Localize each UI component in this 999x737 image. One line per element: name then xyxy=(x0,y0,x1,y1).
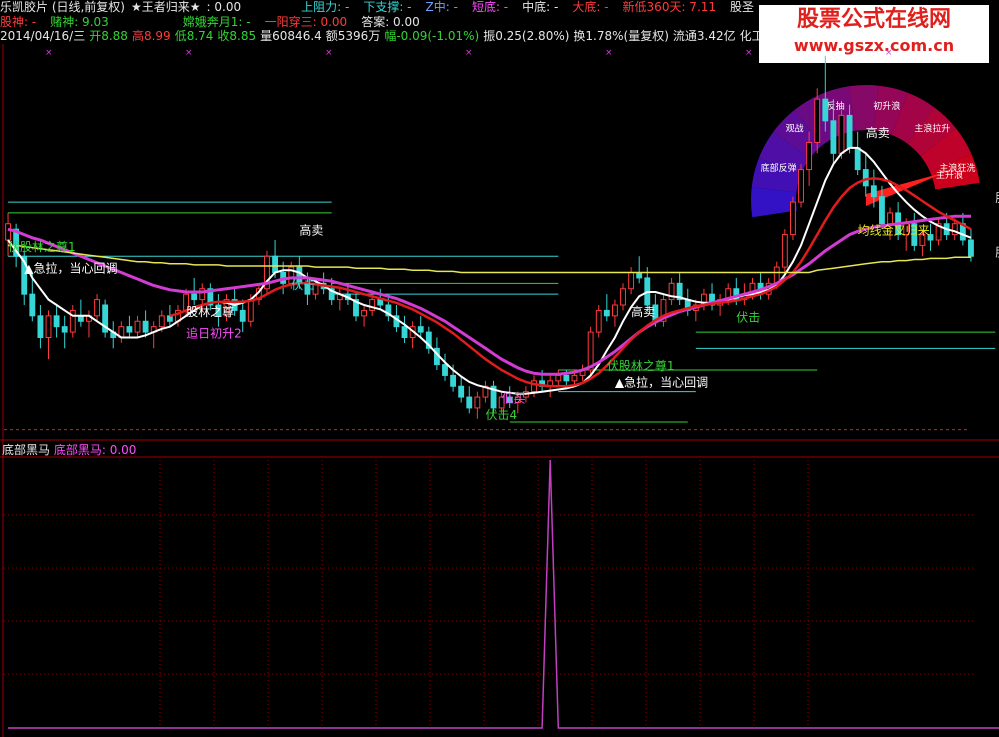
candle-body xyxy=(61,326,68,333)
chart-annotation: 低买 xyxy=(502,392,526,406)
top-marker: × xyxy=(465,48,473,58)
candle-body xyxy=(555,374,562,382)
bottom-horse-signal-line xyxy=(8,459,999,729)
sub-panel-value: 0.00 xyxy=(109,443,137,457)
candle-body xyxy=(862,169,869,187)
candle-body xyxy=(628,272,635,290)
candle-body xyxy=(870,185,877,198)
chart-annotation: 股王 xyxy=(995,191,999,205)
chart-annotation: 追日初升2 xyxy=(186,326,242,341)
chart-annotation: 伏击4 xyxy=(485,408,517,422)
candle-body xyxy=(806,142,813,171)
candle-body xyxy=(53,315,60,328)
candle-body xyxy=(790,201,796,236)
chart-annotation: 高卖 xyxy=(866,125,890,140)
candle-body xyxy=(822,98,829,122)
chart-annotation: ▲急拉，当心回调 xyxy=(615,374,708,389)
sub-panel-header: 底部黑马 底部黑马: 0.00 xyxy=(2,441,136,458)
candle-body xyxy=(781,234,788,268)
candle-body xyxy=(442,364,448,376)
candle-body xyxy=(830,120,837,154)
candle-body xyxy=(247,299,254,322)
chart-annotation: 股林之尊 xyxy=(186,304,234,319)
candle-body xyxy=(377,299,384,306)
candle-body xyxy=(450,374,457,387)
candle-body xyxy=(191,293,198,301)
candle-body xyxy=(968,239,974,257)
candle-body xyxy=(846,114,853,149)
candle-body xyxy=(134,320,141,333)
candle-body xyxy=(798,169,804,203)
chart-annotation: 均线金叉归来 xyxy=(858,223,930,238)
candle-body xyxy=(838,114,845,154)
gauge-label: 底部反弹 xyxy=(761,162,797,174)
chart-annotation: 伏击 xyxy=(736,310,760,324)
candle-body xyxy=(571,374,578,382)
ma-line-0 xyxy=(7,146,972,395)
candle-body xyxy=(474,396,481,409)
top-marker: × xyxy=(185,48,193,58)
candle-body xyxy=(887,212,893,225)
price-chart[interactable]: × × × × × × ×主浪狂洗主浪拉升初升浪反抽观战底部反弹主升浪高卖高卖高卖伏股林之尊… xyxy=(0,0,999,737)
candle-body xyxy=(142,320,149,333)
candle-body xyxy=(636,272,643,279)
top-marker: × xyxy=(885,48,893,58)
candle-body xyxy=(401,326,408,338)
gauge-label: 观战 xyxy=(786,123,804,134)
top-marker: × xyxy=(45,48,53,58)
candle-body xyxy=(37,315,44,339)
ma-line-1 xyxy=(7,214,971,376)
chart-annotation: 伏股林之尊1 xyxy=(607,358,675,373)
candle-body xyxy=(29,293,36,317)
chart-annotation: 高卖 xyxy=(299,223,323,238)
candle-body xyxy=(361,309,368,317)
candle-body xyxy=(879,196,885,225)
candle-body xyxy=(620,288,626,306)
candle-body xyxy=(94,299,100,317)
candle-body xyxy=(595,309,602,333)
candle-body xyxy=(239,309,246,322)
candle-body xyxy=(158,315,165,328)
cycle-gauge: 主浪狂洗主浪拉升初升浪反抽观战底部反弹主升浪 xyxy=(750,84,980,218)
chart-annotation: ▲急拉，当心回调 xyxy=(24,261,117,276)
chart-annotation: 伏股林之尊1 xyxy=(8,239,76,254)
top-marker: × xyxy=(325,48,333,58)
chart-annotation: 高卖 xyxy=(631,304,655,319)
candle-body xyxy=(603,309,610,317)
candle-body xyxy=(854,147,861,171)
gauge-segment xyxy=(750,187,797,218)
candle-body xyxy=(466,396,473,409)
candle-body xyxy=(563,374,570,382)
top-marker: × xyxy=(745,48,753,58)
chart-annotation: 股圣 xyxy=(995,245,999,259)
candle-body xyxy=(272,255,278,273)
candle-body xyxy=(417,326,424,333)
candle-body xyxy=(45,315,52,339)
candle-body xyxy=(814,98,821,143)
candle-body xyxy=(369,299,376,311)
gauge-label: 主浪拉升 xyxy=(914,122,950,134)
candle-body xyxy=(5,223,11,241)
chart-annotation: 伏击 xyxy=(291,278,315,292)
candle-body xyxy=(126,326,133,333)
sub-panel-label: 底部黑马: xyxy=(53,443,106,457)
gauge-label: 初升浪 xyxy=(873,100,900,112)
sub-panel-title: 底部黑马 xyxy=(2,443,51,457)
candle-body xyxy=(611,304,618,317)
gauge-mid-label: 主升浪 xyxy=(936,169,963,181)
candle-body xyxy=(458,385,465,398)
top-marker: × xyxy=(605,48,613,58)
